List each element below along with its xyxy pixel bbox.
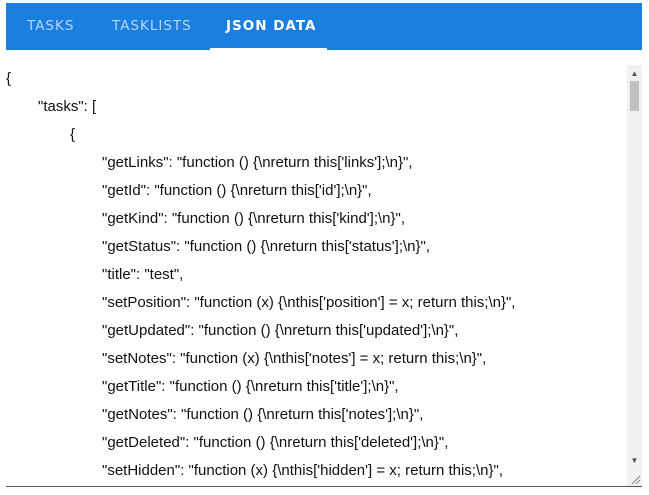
tab-tasklists[interactable]: TASKLISTS — [112, 3, 192, 50]
scroll-thumb[interactable] — [630, 81, 639, 111]
json-line: { — [70, 126, 76, 143]
json-line: "getNotes": "function () {\nreturn this[… — [102, 406, 424, 423]
json-content: { "tasks": [ { "getLinks": "function () … — [6, 65, 626, 486]
tab-json-data[interactable]: JSON DATA — [226, 3, 316, 50]
app-window: TASKS TASKLISTS JSON DATA { "tasks": [ {… — [0, 0, 649, 495]
json-line: "getStatus": "function () {\nreturn this… — [102, 238, 431, 255]
json-line: "getLinks": "function () {\nreturn this[… — [102, 154, 413, 171]
tab-tasks[interactable]: TASKS — [27, 3, 74, 50]
resize-grip-icon[interactable] — [630, 474, 641, 485]
json-line: "getId": "function () {\nreturn this['id… — [102, 182, 372, 199]
json-line: "setHidden": "function (x) {\nthis['hidd… — [102, 462, 503, 479]
json-line: "getDeleted": "function () {\nreturn thi… — [102, 434, 449, 451]
json-line: "getTitle": "function () {\nreturn this[… — [102, 378, 399, 395]
active-tab-indicator — [210, 48, 327, 50]
json-line: "setPosition": "function (x) {\nthis['po… — [102, 294, 516, 311]
vertical-scrollbar[interactable]: ▲ ▼ — [627, 65, 642, 486]
json-line: "getUpdated": "function () {\nreturn thi… — [102, 322, 459, 339]
json-line: { — [6, 70, 12, 87]
json-line: "title": "test", — [102, 266, 184, 283]
tab-bar: TASKS TASKLISTS JSON DATA — [6, 3, 642, 50]
json-line: "setNotes": "function (x) {\nthis['notes… — [102, 350, 487, 367]
json-line: "getKind": "function () {\nreturn this['… — [102, 210, 406, 227]
json-line: "tasks": [ — [38, 98, 97, 115]
scroll-up-arrow-icon[interactable]: ▲ — [627, 67, 642, 81]
json-textarea[interactable]: { "tasks": [ { "getLinks": "function () … — [6, 65, 642, 487]
scroll-down-arrow-icon[interactable]: ▼ — [627, 454, 642, 468]
